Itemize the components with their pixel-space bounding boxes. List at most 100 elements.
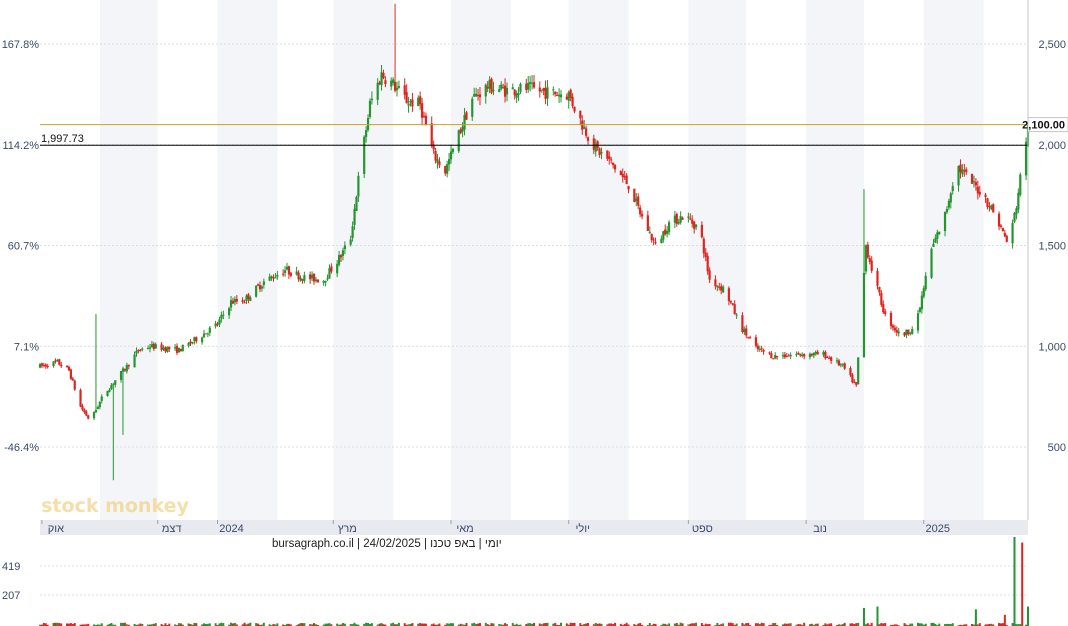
candle-body: [772, 358, 775, 360]
candle-body: [316, 279, 319, 283]
x-tick-label: נוב: [813, 523, 827, 535]
candle-body: [731, 303, 734, 305]
candle-body: [393, 81, 397, 91]
candle-body: [245, 295, 248, 301]
candle-body: [430, 123, 433, 146]
candle-body: [554, 91, 557, 95]
candle-body: [756, 345, 759, 349]
candle-body: [943, 212, 947, 232]
candle-body: [141, 348, 144, 350]
candle-body: [864, 245, 868, 272]
candle-body: [96, 407, 99, 410]
x-tick-label: מאי: [456, 523, 473, 535]
candle-body: [459, 129, 462, 134]
candle-body: [694, 224, 698, 228]
candle-body: [260, 286, 264, 289]
candle-body: [478, 94, 482, 98]
candle-body: [855, 382, 858, 385]
x-tick-label: אוק: [48, 523, 64, 535]
month-band: [99, 0, 158, 520]
candle-body: [297, 272, 300, 280]
candle-body: [112, 383, 115, 385]
candle-body: [916, 313, 920, 331]
candle-body: [679, 216, 682, 223]
candle-body: [830, 357, 833, 361]
candle-body: [924, 275, 927, 290]
candle-body: [44, 364, 47, 367]
candle-body: [743, 328, 746, 333]
candle-body: [849, 367, 852, 376]
candle-body: [677, 222, 680, 224]
volume-spike-bar: [1003, 614, 1006, 626]
candle-body: [938, 231, 941, 234]
candle-body: [978, 191, 981, 195]
candle-body: [446, 164, 449, 174]
candle-body: [920, 295, 923, 310]
candle-body: [195, 337, 198, 342]
volume-spike-bar: [1021, 542, 1024, 626]
candle-body: [702, 238, 705, 254]
candle-body: [119, 371, 123, 380]
candle-body: [228, 308, 231, 316]
candle-body: [843, 363, 846, 369]
candle-body: [365, 130, 368, 138]
candle-body: [368, 100, 372, 117]
candle-body: [951, 186, 954, 192]
candle-body: [200, 337, 204, 343]
candle-body: [579, 110, 582, 119]
candle-body: [355, 196, 358, 211]
candle-body: [405, 92, 408, 104]
candle-body: [276, 274, 279, 277]
candle-body: [882, 304, 885, 313]
candle-body: [216, 323, 219, 325]
candle-body: [735, 314, 738, 316]
candle-body: [835, 360, 839, 362]
candle-body: [851, 374, 854, 383]
candle-body: [424, 115, 428, 126]
candle-body: [527, 82, 530, 90]
candle-body: [100, 396, 103, 401]
candle-body: [492, 89, 495, 91]
candle-body: [857, 357, 860, 385]
candle-body: [366, 118, 370, 131]
candle-body: [503, 85, 507, 97]
candle-body: [58, 359, 61, 365]
candle-body: [310, 274, 314, 279]
candle-body: [282, 273, 285, 275]
candle-body: [46, 366, 49, 368]
candle-body: [745, 328, 748, 336]
watermark-logo: stock monkey: [41, 495, 189, 517]
candle-body: [463, 114, 466, 130]
volume-spike-bar: [1013, 537, 1016, 626]
candle-body: [754, 337, 758, 346]
candle-body: [897, 331, 900, 334]
candle-body: [52, 361, 55, 367]
candle-body: [581, 120, 584, 130]
candle-body: [262, 281, 265, 286]
candle-body: [529, 82, 532, 84]
candle-body: [85, 411, 88, 416]
candle-body: [586, 137, 590, 141]
candle-body: [949, 193, 952, 203]
candle-body: [781, 355, 785, 357]
candle-body: [274, 277, 277, 279]
candle-body: [110, 384, 113, 390]
candle-body: [370, 98, 374, 101]
candle-body: [202, 333, 206, 338]
candle-body: [92, 411, 96, 419]
candle-body: [175, 345, 179, 353]
candle-body: [336, 263, 339, 274]
percent-tick-label: 60.7%: [8, 241, 39, 253]
candle-body: [633, 188, 636, 203]
candle-body: [876, 270, 879, 286]
candle-body: [289, 272, 292, 276]
candle-body: [173, 347, 177, 349]
candle-body: [343, 245, 346, 250]
candle-body: [934, 238, 937, 243]
candle-body: [889, 312, 893, 327]
candle-body: [179, 348, 182, 352]
candle-body: [243, 302, 246, 304]
candle-body: [351, 226, 354, 238]
candle-body: [648, 231, 651, 233]
candle-body: [312, 273, 316, 282]
